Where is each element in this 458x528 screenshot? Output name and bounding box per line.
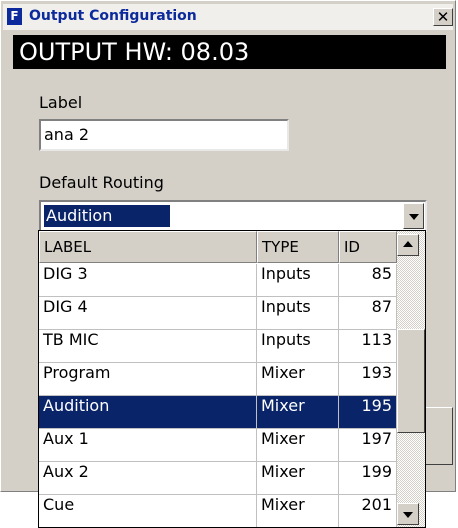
- list-row[interactable]: DIG 4 Inputs 87: [39, 297, 397, 330]
- routing-dropdown-list[interactable]: LABEL TYPE ID DIG 3 Inputs 85 DIG 4 Inputs 87…: [38, 230, 426, 528]
- list-scrollbar[interactable]: [397, 231, 425, 527]
- list-row[interactable]: Aux 2 Mixer 199: [39, 462, 397, 495]
- label-input[interactable]: ana 2: [39, 119, 289, 151]
- output-hw-banner: OUTPUT HW: 08.03: [13, 35, 446, 69]
- scroll-up-button[interactable]: [397, 234, 419, 256]
- row-type: Mixer: [257, 363, 339, 396]
- background-button[interactable]: [425, 407, 453, 465]
- row-type: Mixer: [257, 462, 339, 495]
- default-routing-value[interactable]: Audition: [44, 205, 170, 227]
- window-title: Output Configuration: [29, 8, 197, 24]
- row-type: Mixer: [257, 429, 339, 462]
- row-label: DIG 3: [39, 264, 257, 297]
- row-id: 195: [339, 396, 397, 429]
- list-row[interactable]: Program Mixer 193: [39, 363, 397, 396]
- row-id: 113: [339, 330, 397, 363]
- list-row[interactable]: Aux 1 Mixer 197: [39, 429, 397, 462]
- row-type: Mixer: [257, 396, 339, 429]
- row-label: Aux 1: [39, 429, 257, 462]
- row-id: 201: [339, 495, 397, 527]
- list-row[interactable]: TB MIC Inputs 113: [39, 330, 397, 363]
- dropdown-arrow-icon: [409, 214, 419, 220]
- row-type: Inputs: [257, 330, 339, 363]
- scroll-down-button[interactable]: [397, 503, 419, 525]
- row-type: Inputs: [257, 297, 339, 330]
- row-id: 85: [339, 264, 397, 297]
- scroll-thumb[interactable]: [397, 329, 425, 433]
- title-bar[interactable]: F Output Configuration ✕: [3, 4, 453, 30]
- row-label: Cue: [39, 495, 257, 527]
- default-routing-caption: Default Routing: [39, 173, 164, 192]
- row-id: 87: [339, 297, 397, 330]
- row-id: 197: [339, 429, 397, 462]
- row-id: 193: [339, 363, 397, 396]
- row-id: 199: [339, 462, 397, 495]
- app-icon: F: [7, 8, 22, 25]
- default-routing-select[interactable]: Audition: [39, 200, 427, 232]
- row-label: Program: [39, 363, 257, 396]
- column-header-type[interactable]: TYPE: [257, 231, 339, 263]
- list-row[interactable]: Cue Mixer 201: [39, 495, 397, 527]
- row-label: Audition: [39, 396, 257, 429]
- column-header-label[interactable]: LABEL: [39, 231, 257, 263]
- row-type: Mixer: [257, 495, 339, 527]
- list-row-selected[interactable]: Audition Mixer 195: [39, 396, 397, 429]
- row-type: Inputs: [257, 264, 339, 297]
- row-label: DIG 4: [39, 297, 257, 330]
- dropdown-button[interactable]: [403, 203, 424, 229]
- label-caption: Label: [39, 93, 83, 112]
- row-label: Aux 2: [39, 462, 257, 495]
- row-label: TB MIC: [39, 330, 257, 363]
- column-header-id[interactable]: ID: [339, 231, 397, 263]
- scroll-down-icon: [403, 512, 413, 518]
- list-row[interactable]: DIG 3 Inputs 85: [39, 264, 397, 297]
- scroll-up-icon: [403, 241, 413, 247]
- close-icon[interactable]: ✕: [433, 8, 453, 26]
